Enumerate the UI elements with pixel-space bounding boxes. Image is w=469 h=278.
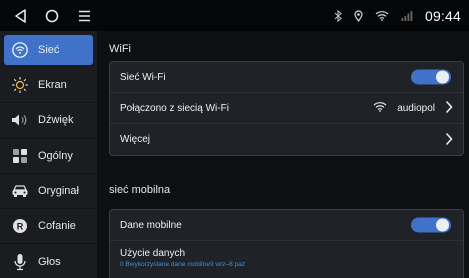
mobile-section-title: sieć mobilna [109, 184, 171, 196]
sidebar-item-label: Ogólny [38, 149, 73, 162]
bluetooth-icon [334, 9, 342, 22]
mobile-data-label: Dane mobilne [120, 219, 182, 231]
wifi-card: Sieć Wi-Fi Połączono z siecią Wi-Fi audi… [109, 61, 464, 156]
chevron-right-icon[interactable] [445, 131, 453, 149]
data-usage-summary: 0 Bwykorzystane dane mobilne9 wrz–8 paź [120, 261, 246, 268]
wifi-network-name: audiopol [397, 102, 435, 114]
mobile-data-toggle-switch[interactable] [411, 217, 451, 233]
sidebar-item-reverse[interactable]: R Cofanie [0, 209, 97, 245]
wifi-signal-icon [373, 101, 387, 115]
wifi-connected-row[interactable]: Połączono z siecią Wi-Fi audiopol [110, 93, 463, 124]
sidebar-item-network[interactable]: Sieć [4, 35, 93, 65]
wifi-section-title: WiFi [109, 43, 131, 55]
sidebar-item-label: Cofanie [38, 220, 76, 233]
back-icon[interactable] [6, 0, 34, 31]
data-usage-label: Użycie danych [120, 248, 186, 259]
chevron-right-icon[interactable] [445, 99, 453, 117]
data-usage-row[interactable]: Użycie danych 0 Bwykorzystane dane mobil… [110, 241, 463, 275]
sidebar-item-label: Sieć [38, 44, 60, 56]
svg-text:R: R [17, 222, 24, 232]
wifi-toggle-switch[interactable] [411, 69, 451, 85]
settings-sidebar: Sieć Ekran Dźwięk Ogólny Oryginał R Cofa… [0, 31, 97, 278]
brightness-icon [10, 75, 30, 95]
sidebar-item-original[interactable]: Oryginał [0, 174, 97, 210]
sidebar-item-general[interactable]: Ogólny [0, 139, 97, 174]
microphone-icon [10, 252, 30, 272]
sidebar-item-label: Oryginał [38, 185, 79, 198]
car-icon [10, 181, 30, 201]
wifi-settings-icon [10, 40, 30, 60]
sidebar-item-display[interactable]: Ekran [0, 68, 97, 104]
wifi-more-label: Więcej [120, 134, 151, 145]
sidebar-item-label: Dźwięk [38, 114, 74, 127]
sidebar-item-sound[interactable]: Dźwięk [0, 103, 97, 139]
location-icon [354, 9, 363, 22]
clock-time: 09:44 [424, 7, 461, 24]
wifi-toggle-row[interactable]: Sieć Wi-Fi [110, 62, 463, 93]
signal-icon [401, 10, 413, 21]
mobile-data-row[interactable]: Dane mobilne [110, 210, 463, 241]
status-bar: 09:44 [0, 0, 469, 31]
sidebar-item-label: Głos [38, 256, 61, 269]
speaker-icon [10, 110, 30, 130]
sidebar-item-voice[interactable]: Głos [0, 244, 97, 278]
home-icon[interactable] [38, 0, 66, 31]
wifi-more-row[interactable]: Więcej [110, 124, 463, 155]
grid-icon [10, 146, 30, 166]
sidebar-item-label: Ekran [38, 79, 67, 92]
settings-content: WiFi Sieć Wi-Fi Połączono z siecią Wi-Fi… [97, 31, 469, 278]
wifi-toggle-label: Sieć Wi-Fi [120, 71, 166, 83]
wifi-icon [375, 10, 389, 21]
wifi-connected-label: Połączono z siecią Wi-Fi [120, 102, 229, 114]
status-icons: 09:44 [334, 0, 461, 31]
menu-icon[interactable] [70, 0, 98, 31]
reverse-icon: R [10, 216, 30, 236]
mobile-card: Dane mobilne Użycie danych 0 Bwykorzysta… [109, 209, 464, 278]
